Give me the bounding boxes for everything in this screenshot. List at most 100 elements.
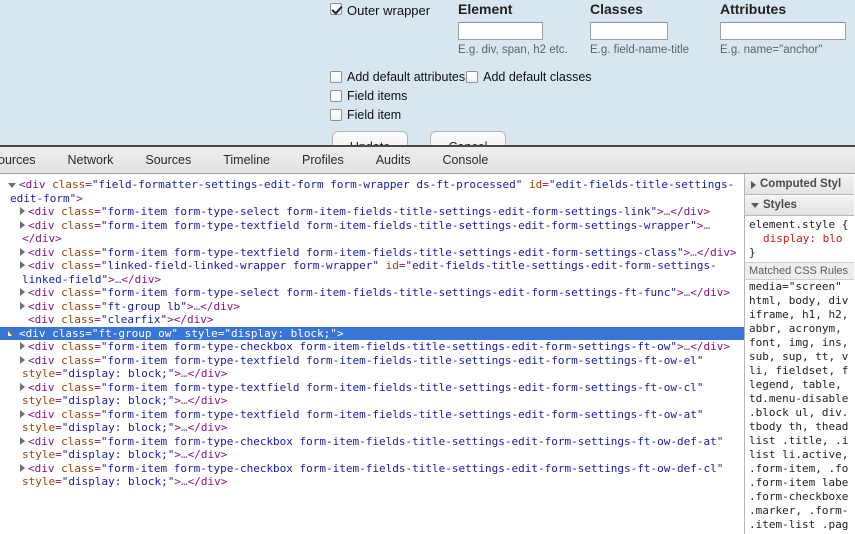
dom-token-punc: </ [670,205,684,218]
disclosure-triangle-closed-icon[interactable] [20,247,25,256]
computed-style-section-header[interactable]: Computed Styl [745,174,854,195]
dom-token-tag: div [134,272,155,286]
classes-field-hint: E.g. field-name-title [590,44,690,56]
dom-token-punc: < [28,286,35,299]
dom-token-tag: div [34,340,55,353]
disclosure-triangle-closed-icon[interactable] [20,301,25,310]
element-style-property[interactable]: display: blo [749,232,854,246]
disclosure-triangle-closed-icon[interactable] [20,342,25,350]
disclosure-triangle-closed-icon[interactable] [20,261,25,269]
dom-node-selected[interactable]: <div class="ft-group ow" style="display:… [0,326,744,340]
dom-token-punc: > [220,394,228,407]
dom-token-punc: > [336,326,344,340]
dom-node[interactable]: <div class="form-item form-type-textfiel… [0,381,744,408]
disclosure-triangle-closed-icon[interactable] [20,288,25,296]
tab-console[interactable]: Console [426,147,504,173]
dom-node[interactable]: <div class="form-item form-type-textfiel… [0,246,744,260]
dom-token-tag: div [34,461,55,475]
dom-node[interactable]: <div class="linked-field-linked-wrapper … [0,259,744,286]
dom-token-punc: > [220,421,228,434]
css-selector-line: iframe, h1, h2, [749,308,849,321]
dom-token-punc: > [657,205,664,218]
dom-node[interactable]: <div class="form-item form-type-textfiel… [0,219,744,246]
dom-node[interactable]: <div class="field-formatter-settings-edi… [0,178,744,205]
dom-token-punc: = [85,326,92,340]
dom-token-attr: class [61,259,95,272]
dom-token-val: "linked-field-linked-wrapper form-wrappe… [100,259,380,272]
field-item-checkbox[interactable] [330,109,342,121]
chevron-down-icon [751,203,759,208]
attributes-input[interactable] [720,22,846,40]
dom-token-attr: style [22,421,56,434]
update-button[interactable]: Update [332,131,408,145]
dom-token-punc: = [94,407,101,421]
dom-token-sp [379,259,386,272]
dom-token-punc: < [28,340,35,353]
dom-token-attr: id [528,178,543,191]
dom-node[interactable]: <div class="clearfix"></div> [0,313,744,327]
dom-token-punc: < [28,299,35,313]
dom-token-val: "form-item form-type-textfield form-item… [100,407,704,421]
styles-section-header[interactable]: Styles [745,195,854,216]
dom-node[interactable]: <div class="form-item form-type-textfiel… [0,408,744,435]
disclosure-triangle-open-icon[interactable] [8,331,16,336]
disclosure-triangle-closed-icon[interactable] [20,463,25,472]
formatter-settings-form: Outer wrapper Element E.g. div, span, h2… [0,0,855,145]
dom-token-punc: < [28,407,35,421]
dom-token-val: "display: block;" [61,475,175,488]
dom-node[interactable]: <div class="form-item form-type-textfiel… [0,354,744,381]
dom-token-punc: > [76,191,83,205]
disclosure-triangle-closed-icon[interactable] [20,220,25,229]
field-items-checkbox[interactable] [330,90,342,102]
dom-node[interactable]: <div class="form-item form-type-select f… [0,205,744,219]
dom-token-punc: </ [187,421,201,434]
cancel-button[interactable]: Cancel [430,131,506,145]
dom-node[interactable]: <div class="form-item form-type-select f… [0,286,744,300]
tab-audits[interactable]: Audits [360,147,427,173]
chevron-right-icon [751,180,756,189]
css-selector-line: tbody th, thead [749,420,849,433]
tab-ources[interactable]: ources [0,147,52,173]
outer-wrapper-label: Outer wrapper [347,3,431,18]
element-input[interactable] [458,22,543,40]
tab-profiles[interactable]: Profiles [286,147,360,173]
tab-sources[interactable]: Sources [129,147,207,173]
dom-token-val: "clearfix" [100,313,168,326]
add-default-attributes-checkbox[interactable] [330,71,342,83]
add-default-classes-label: Add default classes [483,70,592,84]
css-selector-line: .form-checkboxe [749,490,849,503]
dom-token-punc: > [703,205,711,218]
disclosure-triangle-closed-icon[interactable] [20,355,25,364]
dom-node[interactable]: <div class="form-item form-type-checkbox… [0,462,744,489]
dom-token-punc: ></ [167,313,187,326]
tab-timeline[interactable]: Timeline [207,147,286,173]
outer-wrapper-checkbox[interactable] [330,3,342,15]
dom-token-val: "form-item form-type-checkbox form-item-… [100,434,724,448]
dom-token-val: "display: block;" [61,394,175,407]
dom-token-punc: = [94,205,101,218]
disclosure-triangle-open-icon[interactable] [8,182,16,188]
dom-token-punc: < [28,205,35,218]
dom-token-ell: … [690,245,697,259]
dom-node[interactable]: <div class="form-item form-type-checkbox… [0,340,744,354]
disclosure-triangle-closed-icon[interactable] [20,436,25,445]
dom-token-punc: </ [187,475,201,488]
dom-token-punc: > [174,448,181,461]
dom-token-val: "form-item form-type-select form-item-fi… [100,205,658,218]
elements-dom-tree-pane[interactable]: <div class="field-formatter-settings-edi… [0,174,745,534]
dom-token-tag: div [34,299,55,313]
dom-token-ell: … [180,394,188,407]
dom-node[interactable]: <div class="form-item form-type-checkbox… [0,435,744,462]
element-style-rule[interactable]: element.style { display: blo } [745,216,854,262]
classes-input[interactable] [590,22,668,40]
dom-token-tag: div [34,353,55,367]
default-attributes-row: Add default attributes Add default class… [330,68,660,86]
disclosure-triangle-closed-icon[interactable] [20,382,25,391]
disclosure-triangle-closed-icon[interactable] [20,409,25,418]
tab-network[interactable]: Network [52,147,130,173]
dom-node[interactable]: <div class="ft-group lb">…</div> [0,300,744,314]
add-default-classes-checkbox[interactable] [466,71,479,83]
disclosure-triangle-closed-icon[interactable] [20,207,25,215]
dom-token-val: "form-item form-type-checkbox form-item-… [100,340,678,353]
dom-token-punc: = [94,218,101,232]
